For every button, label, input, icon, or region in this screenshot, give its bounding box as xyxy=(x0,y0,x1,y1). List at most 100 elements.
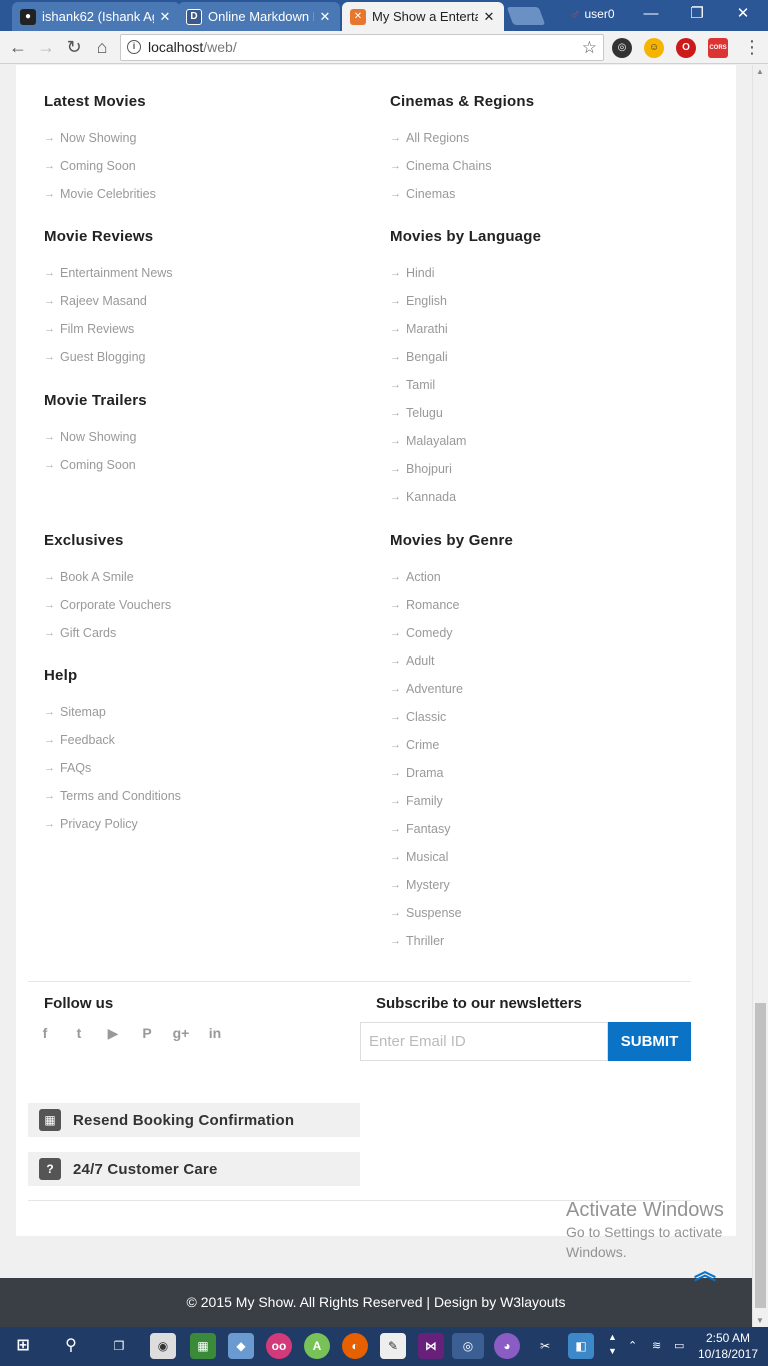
visual-studio-icon[interactable]: ⋈ xyxy=(418,1333,444,1359)
linkedin-icon[interactable]: in xyxy=(206,1025,224,1043)
scroll-up-arrow-icon[interactable]: ▲ xyxy=(756,67,764,76)
scroll-to-top-icon[interactable]: ︽ xyxy=(692,1261,718,1291)
cat-app-icon[interactable]: ◕ xyxy=(494,1333,520,1359)
scroll-down-arrow-icon[interactable]: ▼ xyxy=(756,1316,764,1325)
scrollbar-thumb[interactable] xyxy=(755,1003,766,1308)
page-scrollbar[interactable]: ▲ ▼ xyxy=(752,65,768,1327)
footer-link[interactable]: → Sitemap xyxy=(44,703,181,731)
footer-link[interactable]: → Family xyxy=(390,792,513,820)
footer-link[interactable]: → Cinemas xyxy=(390,185,534,213)
footer-link[interactable]: → Corporate Vouchers xyxy=(44,596,171,624)
footer-link[interactable]: → Terms and Conditions xyxy=(44,787,181,815)
footer-link[interactable]: → Book A Smile xyxy=(44,568,171,596)
footer-link[interactable]: → Now Showing xyxy=(44,129,156,157)
footer-link[interactable]: → Gift Cards xyxy=(44,624,171,652)
footer-link[interactable]: → Adult xyxy=(390,652,513,680)
chrome-icon[interactable]: ◎ xyxy=(452,1333,484,1359)
pinterest-icon[interactable]: P xyxy=(138,1025,156,1043)
footer-link[interactable]: → Classic xyxy=(390,708,513,736)
footer-link[interactable]: → Drama xyxy=(390,764,513,792)
customer-care-button[interactable]: ? 24/7 Customer Care xyxy=(28,1152,360,1186)
tab-myshow[interactable]: ✕ My Show a Entertai ✕ xyxy=(342,2,504,31)
home-button[interactable]: ⌂ xyxy=(90,36,114,60)
extension-link-icon[interactable]: ◎ xyxy=(612,38,632,58)
footer-link[interactable]: → Film Reviews xyxy=(44,320,173,348)
google-plus-icon[interactable]: g+ xyxy=(172,1025,190,1043)
user-profile[interactable]: ♂ user0 xyxy=(570,6,615,22)
footer-link[interactable]: → Comedy xyxy=(390,624,513,652)
office-icon[interactable]: ▦ xyxy=(190,1333,216,1359)
reload-button[interactable]: ↻ xyxy=(62,36,86,60)
footer-link[interactable]: → Coming Soon xyxy=(44,456,147,484)
new-tab-button[interactable] xyxy=(506,7,546,25)
facebook-icon[interactable]: f xyxy=(36,1025,54,1043)
task-view-icon[interactable]: ❐ xyxy=(106,1333,132,1359)
footer-link[interactable]: → Adventure xyxy=(390,680,513,708)
footer-link[interactable]: → Musical xyxy=(390,848,513,876)
footer-link[interactable]: → All Regions xyxy=(390,129,534,157)
package-icon[interactable]: ◆ xyxy=(228,1333,254,1359)
snipping-tool-icon[interactable]: ✂ xyxy=(532,1333,558,1359)
close-icon[interactable]: ✕ xyxy=(158,9,172,25)
minimize-button[interactable]: — xyxy=(628,0,674,28)
footer-link[interactable]: → Romance xyxy=(390,596,513,624)
tab-markdown[interactable]: D Online Markdown E ✕ xyxy=(178,2,340,31)
search-icon[interactable]: ⚲ xyxy=(58,1333,84,1359)
extension-emoji-icon[interactable]: ☺ xyxy=(644,38,664,58)
footer-link[interactable]: → Thriller xyxy=(390,932,513,960)
footer-link[interactable]: → Guest Blogging xyxy=(44,348,173,376)
windows-start-icon[interactable]: ⊞ xyxy=(10,1333,36,1359)
tab-github[interactable]: ● ishank62 (Ishank Ag ✕ xyxy=(12,2,180,31)
camera-icon[interactable]: ◉ xyxy=(150,1333,176,1359)
info-icon[interactable]: i xyxy=(127,40,141,54)
footer-link[interactable]: → Bhojpuri xyxy=(390,460,541,488)
forward-button[interactable]: → xyxy=(34,36,58,60)
battery-icon[interactable]: ▭ xyxy=(674,1339,684,1352)
show-hidden-icons[interactable]: ⌃ xyxy=(628,1339,637,1352)
resend-booking-button[interactable]: ▦ Resend Booking Confirmation xyxy=(28,1103,360,1137)
footer-link[interactable]: → English xyxy=(390,292,541,320)
footer-link[interactable]: → Coming Soon xyxy=(44,157,156,185)
restore-button[interactable]: ❐ xyxy=(674,0,720,28)
footer-link[interactable]: → Bengali xyxy=(390,348,541,376)
wifi-icon[interactable]: ≋ xyxy=(652,1339,661,1352)
footer-link[interactable]: → Cinema Chains xyxy=(390,157,534,185)
bookmark-star-icon[interactable]: ☆ xyxy=(582,35,597,60)
twitter-icon[interactable]: t xyxy=(70,1025,88,1043)
sketch-tool-icon[interactable]: ✎ xyxy=(380,1333,406,1359)
flickr-icon[interactable]: oo xyxy=(266,1333,292,1359)
footer-link[interactable]: → Malayalam xyxy=(390,432,541,460)
remote-app-icon[interactable]: ◧ xyxy=(568,1333,594,1359)
footer-link[interactable]: → Hindi xyxy=(390,264,541,292)
email-input[interactable]: Enter Email ID xyxy=(360,1022,608,1061)
close-icon[interactable]: ✕ xyxy=(318,9,332,25)
footer-link[interactable]: → Entertainment News xyxy=(44,264,173,292)
taskbar-clock[interactable]: 2:50 AM 10/18/2017 xyxy=(696,1330,760,1362)
footer-link[interactable]: → Feedback xyxy=(44,731,181,759)
firefox-icon[interactable]: ◐ xyxy=(342,1333,368,1359)
extension-opera-icon[interactable]: O xyxy=(676,38,696,58)
footer-link[interactable]: → Now Showing xyxy=(44,428,147,456)
address-bar[interactable]: i localhost/web/ ☆ xyxy=(120,34,604,61)
android-studio-icon[interactable]: A xyxy=(304,1333,330,1359)
footer-link[interactable]: → Fantasy xyxy=(390,820,513,848)
close-icon[interactable]: ✕ xyxy=(482,9,496,25)
footer-link[interactable]: → Rajeev Masand xyxy=(44,292,173,320)
footer-link[interactable]: → FAQs xyxy=(44,759,181,787)
footer-link[interactable]: → Movie Celebrities xyxy=(44,185,156,213)
footer-link[interactable]: → Kannada xyxy=(390,488,541,516)
footer-link[interactable]: → Action xyxy=(390,568,513,596)
close-window-button[interactable]: ✕ xyxy=(720,0,766,28)
footer-link[interactable]: → Mystery xyxy=(390,876,513,904)
youtube-icon[interactable]: ▶ xyxy=(104,1025,122,1043)
extension-cors-icon[interactable]: CORS xyxy=(708,38,728,58)
footer-link[interactable]: → Tamil xyxy=(390,376,541,404)
tray-scroll-icon[interactable]: ▲ ▼ xyxy=(608,1330,617,1358)
footer-link[interactable]: → Suspense xyxy=(390,904,513,932)
footer-link[interactable]: → Telugu xyxy=(390,404,541,432)
back-button[interactable]: ← xyxy=(6,36,30,60)
footer-link[interactable]: → Marathi xyxy=(390,320,541,348)
footer-link[interactable]: → Privacy Policy xyxy=(44,815,181,843)
footer-link[interactable]: → Crime xyxy=(390,736,513,764)
submit-button[interactable]: SUBMIT xyxy=(608,1022,691,1061)
